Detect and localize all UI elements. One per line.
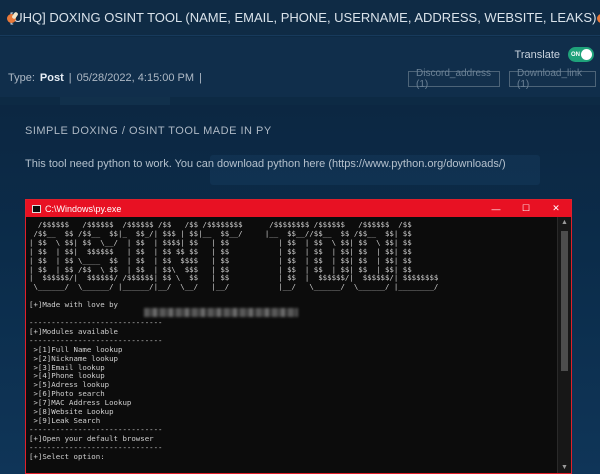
translate-control: Translate ON <box>515 47 594 62</box>
translate-label: Translate <box>514 48 560 61</box>
meta-separator: | <box>199 72 202 84</box>
console-line: >[3]Email lookup <box>29 362 105 372</box>
post-date: 05/28/2022, 4:15:00 PM <box>76 72 195 84</box>
meat-icon <box>597 12 600 24</box>
meat-icon <box>7 12 15 24</box>
type-label: Type: <box>8 72 35 84</box>
scroll-up-icon: ▲ <box>561 219 568 226</box>
section-heading: SIMPLE DOXING / OSINT TOOL MADE IN PY <box>25 125 272 137</box>
scroll-thumb <box>561 231 568 371</box>
download-link-button[interactable]: Download_link (1) <box>509 68 596 90</box>
console-line: >[8]Website Lookup <box>29 407 114 417</box>
post-meta: Type: Post | 05/28/2022, 4:15:00 PM | <box>8 72 202 84</box>
post-header <box>0 37 600 97</box>
console-line: [+]Select option: <box>29 451 105 461</box>
post-title-bar: [UHQ] DOXING OSINT TOOL (NAME, EMAIL, PH… <box>0 0 600 36</box>
maximize-icon: ☐ <box>521 203 531 213</box>
console-title-bar: C:\Windows\py.exe — ☐ ✕ <box>26 200 571 217</box>
discord-address-button[interactable]: Discord_address (1) <box>408 68 500 90</box>
translate-toggle[interactable]: ON <box>568 47 594 62</box>
console-screenshot: C:\Windows\py.exe — ☐ ✕ /$$$$$$ /$$$$$$ … <box>25 199 572 474</box>
close-icon: ✕ <box>552 203 560 213</box>
intro-text: This tool need python to work. You can d… <box>25 158 506 170</box>
console-window-title: C:\Windows\py.exe <box>45 203 122 214</box>
console-line: \______/ \______/ |______/|__/ \__/ |__/… <box>29 282 439 292</box>
faded-text-line <box>60 97 170 105</box>
console-line: >[2]Nickname lookup <box>29 353 118 363</box>
type-value: Post <box>39 72 64 84</box>
redacted-author <box>144 308 298 317</box>
translate-toggle-state: ON <box>571 51 580 58</box>
toggle-knob <box>581 49 592 60</box>
scroll-down-icon: ▼ <box>561 464 568 471</box>
console-line: >[5]Adress lookup <box>29 380 110 390</box>
window-controls: — ☐ ✕ <box>481 200 571 217</box>
meta-separator: | <box>68 72 72 84</box>
post-title: [UHQ] DOXING OSINT TOOL (NAME, EMAIL, PH… <box>6 10 600 25</box>
console-line: ------------------------------ <box>29 442 163 452</box>
console-scrollbar: ▲ ▼ <box>557 217 571 473</box>
console-app-icon <box>32 204 41 213</box>
console-output: /$$$$$$ /$$$$$$ /$$$$$$ /$$ /$$ /$$$$$$$… <box>29 221 547 471</box>
post-title-text: [UHQ] DOXING OSINT TOOL (NAME, EMAIL, PH… <box>9 10 597 25</box>
minimize-icon: — <box>491 203 501 214</box>
